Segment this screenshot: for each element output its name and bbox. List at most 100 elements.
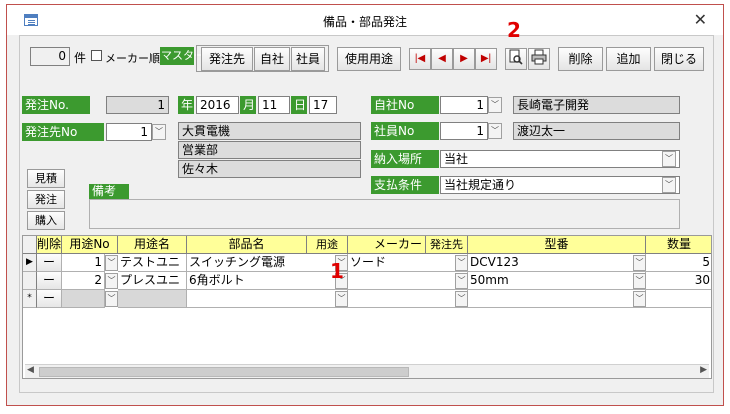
add-button[interactable]: 追加 (606, 47, 651, 71)
chevron-down-icon[interactable]: ﹀ (455, 291, 468, 307)
supplier-no-label: 発注先No (22, 123, 104, 141)
horizontal-scrollbar[interactable]: ◀ ▶ (25, 364, 709, 378)
annotation-two: 2 (507, 18, 521, 42)
maker-cell[interactable]: ソード (348, 254, 468, 272)
supplier-no-combo[interactable]: 1 (106, 123, 152, 141)
month-field[interactable]: 11 (258, 96, 290, 114)
first-record-button[interactable]: |◀ (409, 48, 431, 70)
chevron-down-icon[interactable]: ﹀ (488, 123, 502, 139)
purchase-button[interactable]: 購入 (27, 211, 65, 230)
year-field[interactable]: 2016 (196, 96, 239, 114)
staff-no-label: 社員No (371, 122, 439, 140)
col-header-qty: 数量 (646, 236, 711, 254)
master-label: マスター (160, 47, 205, 65)
col-header-usage-no: 用途No (62, 236, 118, 254)
part-name-cell[interactable]: スイッチング電源 (187, 254, 348, 272)
col-header-usage-name: 用途名 (118, 236, 187, 254)
supplier-name: 大貫電機 (178, 122, 361, 140)
company-name: 長崎電子開発 (513, 96, 680, 114)
col-header-delete: 削除 (37, 236, 62, 254)
annotation-one: 1 (330, 259, 344, 283)
print-button[interactable] (528, 48, 550, 70)
qty-cell[interactable]: 5 (646, 254, 711, 272)
chevron-down-icon[interactable]: ﹀ (105, 255, 118, 271)
chevron-down-icon[interactable]: ﹀ (455, 255, 468, 271)
model-cell[interactable] (468, 290, 646, 308)
qty-cell[interactable]: 30 (646, 272, 711, 290)
row-delete-button[interactable]: ー (37, 272, 62, 290)
note-label: 備考 (89, 184, 129, 199)
row-delete-button[interactable]: ー (37, 254, 62, 272)
order-no-field: 1 (106, 96, 169, 114)
row-selector[interactable] (23, 272, 37, 290)
delivery-place-combo[interactable]: 当社 (440, 150, 680, 168)
order-button[interactable]: 発注 (27, 190, 65, 209)
record-count: 0 (30, 47, 70, 66)
estimate-button[interactable]: 見積 (27, 169, 65, 188)
chevron-down-icon[interactable]: ﹀ (152, 124, 166, 140)
order-lines-grid: 削除 用途No 用途名 部品名 用途 メーカー 発注先 型番 数量 ▶ ー 1 … (22, 235, 712, 379)
row-selector[interactable]: ▶ (23, 254, 37, 272)
scrollbar-thumb[interactable] (39, 367, 409, 377)
maker-order-checkbox[interactable] (91, 50, 102, 61)
model-cell[interactable]: DCV123 (468, 254, 646, 272)
row-selector[interactable]: * (23, 290, 37, 308)
close-button[interactable]: 閉じる (654, 47, 704, 71)
part-name-cell[interactable]: 6角ボルト (187, 272, 348, 290)
chevron-down-icon[interactable]: ﹀ (662, 151, 676, 167)
company-no-combo[interactable]: 1 (440, 96, 488, 114)
day-label: 日 (291, 96, 307, 114)
staff-name: 渡辺太一 (513, 122, 680, 140)
payment-terms-label: 支払条件 (371, 176, 439, 194)
model-cell[interactable]: 50mm (468, 272, 646, 290)
payment-terms-combo[interactable]: 当社規定通り (440, 176, 680, 194)
count-unit: 件 (74, 51, 87, 65)
chevron-down-icon[interactable]: ﹀ (455, 273, 468, 289)
usage-no-cell[interactable]: 1 (62, 254, 105, 272)
part-name-cell[interactable] (187, 290, 348, 308)
last-record-button[interactable]: ▶| (475, 48, 497, 70)
note-field[interactable] (89, 199, 680, 229)
form-body: 0 件 メーカー順 マスター 発注先 自社 社員 使用用途 |◀ ◀ ▶ ▶| … (19, 18, 714, 393)
chevron-down-icon[interactable]: ﹀ (335, 291, 348, 307)
supplier-dept: 営業部 (178, 141, 361, 159)
chevron-down-icon[interactable]: ﹀ (488, 97, 502, 113)
row-delete-button[interactable]: ー (37, 290, 62, 308)
staff-no-combo[interactable]: 1 (440, 122, 488, 140)
year-label: 年 (178, 96, 194, 114)
day-field[interactable]: 17 (309, 96, 337, 114)
order-no-label: 発注No. (22, 96, 90, 114)
chevron-down-icon[interactable]: ﹀ (633, 291, 646, 307)
qty-cell[interactable] (646, 290, 711, 308)
month-label: 月 (240, 96, 256, 114)
window-title: 備品・部品発注 (322, 15, 407, 29)
chevron-down-icon[interactable]: ﹀ (662, 177, 676, 193)
close-icon[interactable]: ✕ (694, 10, 707, 29)
chevron-down-icon[interactable]: ﹀ (105, 291, 118, 307)
print-preview-button[interactable] (505, 48, 527, 70)
col-header-model: 型番 (468, 236, 646, 254)
company-no-label: 自社No (371, 96, 439, 114)
scroll-right-icon[interactable]: ▶ (700, 365, 707, 375)
prev-record-button[interactable]: ◀ (431, 48, 453, 70)
staff-master-button[interactable]: 社員 (291, 47, 325, 71)
next-record-button[interactable]: ▶ (453, 48, 475, 70)
maker-cell[interactable] (348, 290, 468, 308)
delete-button[interactable]: 削除 (558, 47, 603, 71)
print-preview-icon (509, 49, 523, 65)
usage-master-button[interactable]: 使用用途 (337, 47, 401, 71)
usage-name-cell: テストユニ (118, 254, 187, 272)
company-master-button[interactable]: 自社 (254, 47, 290, 71)
usage-no-cell[interactable] (62, 290, 105, 308)
grid-corner (23, 236, 37, 254)
chevron-down-icon[interactable]: ﹀ (633, 255, 646, 271)
maker-cell[interactable] (348, 272, 468, 290)
chevron-down-icon[interactable]: ﹀ (633, 273, 646, 289)
chevron-down-icon[interactable]: ﹀ (105, 273, 118, 289)
delivery-place-label: 納入場所 (371, 150, 439, 168)
scroll-left-icon[interactable]: ◀ (27, 365, 34, 375)
printer-icon (531, 49, 547, 65)
usage-no-cell[interactable]: 2 (62, 272, 105, 290)
col-header-part-name: 部品名 (187, 236, 307, 254)
supplier-master-button[interactable]: 発注先 (201, 47, 253, 71)
